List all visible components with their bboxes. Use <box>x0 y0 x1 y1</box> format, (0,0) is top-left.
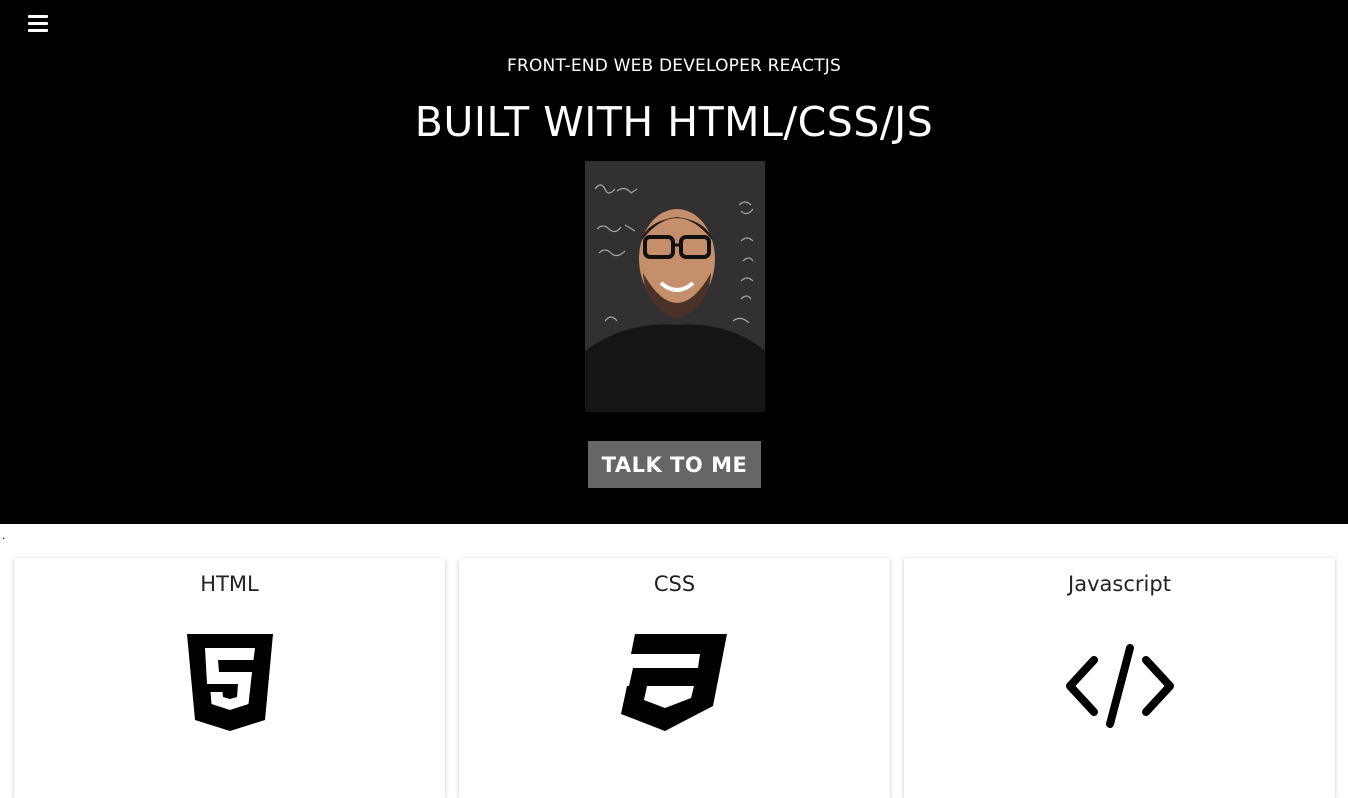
skills-cards: HTML CSS Javascript <box>0 558 1348 798</box>
skill-card-title: CSS <box>653 572 696 596</box>
hamburger-menu-icon[interactable] <box>28 15 48 33</box>
skill-card-title: Javascript <box>1068 572 1171 596</box>
profile-photo <box>585 161 765 412</box>
html5-icon <box>186 634 273 737</box>
hero-title: BUILT WITH HTML/CSS/JS <box>414 98 934 146</box>
skill-card-title: HTML <box>200 572 259 596</box>
skill-card-css: CSS <box>459 558 890 798</box>
stray-text: . <box>2 528 6 542</box>
talk-to-me-button[interactable]: TALK TO ME <box>588 441 761 488</box>
skill-card-html: HTML <box>14 558 445 798</box>
code-icon <box>1064 644 1176 733</box>
hero-section: FRONT-END WEB DEVELOPER REACTJS BUILT WI… <box>0 0 1348 524</box>
hero-subtitle: FRONT-END WEB DEVELOPER REACTJS <box>506 56 841 76</box>
css3-icon <box>620 634 729 737</box>
skill-card-javascript: Javascript <box>904 558 1335 798</box>
